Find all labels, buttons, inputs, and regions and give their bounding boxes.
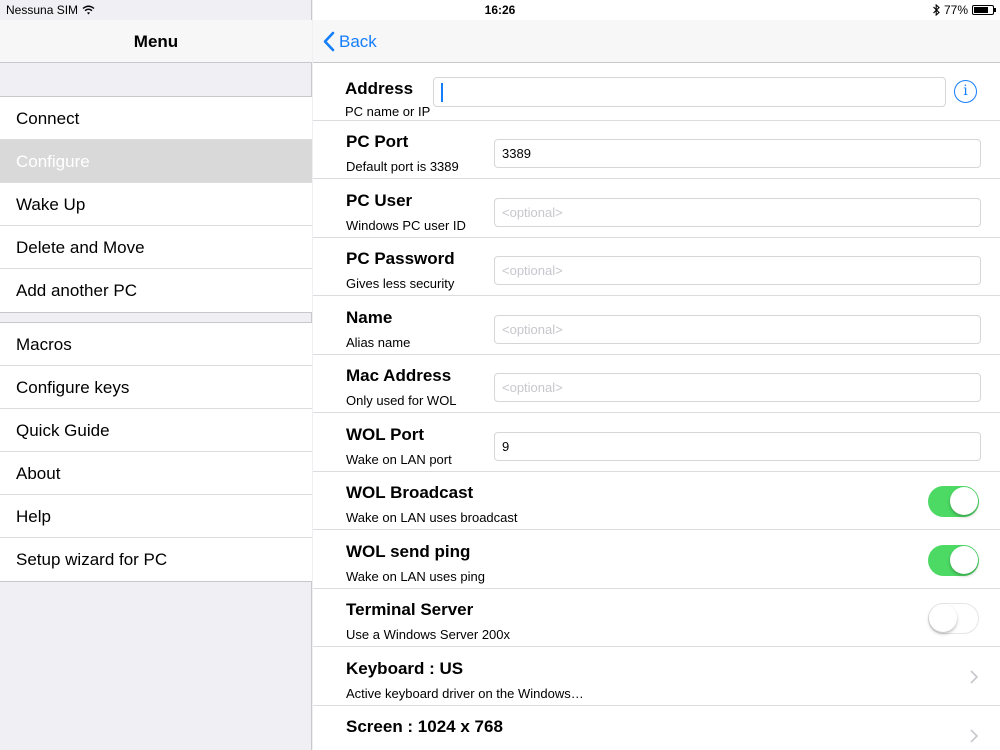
back-button[interactable]: Back [323,20,377,63]
wifi-icon [82,5,95,15]
chevron-right-icon [970,729,978,743]
name-sub: Alias name [346,335,411,350]
screen-label: Screen : 1024 x 768 [346,717,503,736]
pc-user-input[interactable] [494,198,981,227]
menu-item-connect[interactable]: Connect [0,97,312,140]
detail-nav-bar: Back [313,20,1000,63]
terminal-server-label: Terminal Server [346,600,474,619]
address-label: Address [345,79,414,98]
back-label: Back [339,31,377,51]
chevron-right-icon [970,670,978,684]
menu-item-macros[interactable]: Macros [0,323,312,366]
info-icon[interactable]: i [954,80,977,103]
battery-percent: 77% [943,3,968,17]
pc-port-row: PC Port Default port is 3389 [313,121,1000,179]
keyboard-row[interactable]: Keyboard : US Active keyboard driver on … [313,648,1000,706]
bluetooth-icon [933,4,940,16]
pc-password-label: PC Password [346,249,455,268]
menu-item-quick-guide[interactable]: Quick Guide [0,409,312,452]
menu-pane: Menu Connect Configure Wake Up Delete an… [0,0,312,750]
pc-password-row: PC Password Gives less security [313,238,1000,296]
toggle-knob [929,604,957,632]
menu-group-extra: Macros Configure keys Quick Guide About … [0,322,312,582]
menu-item-delete-and-move[interactable]: Delete and Move [0,226,312,269]
keyboard-label: Keyboard : US [346,659,464,678]
mac-address-input[interactable] [494,373,981,402]
menu-group-main: Connect Configure Wake Up Delete and Mov… [0,96,312,313]
status-right: 77% [933,3,996,17]
wol-ping-sub: Wake on LAN uses ping [346,569,485,584]
pc-user-sub: Windows PC user ID [346,218,466,233]
terminal-server-toggle[interactable] [928,603,979,634]
menu-item-about[interactable]: About [0,452,312,495]
configure-pane: Back Address PC name or IP i PC Port Def… [313,0,1000,750]
toggle-knob [950,487,978,515]
pc-port-sub: Default port is 3389 [346,159,459,174]
keyboard-sub: Active keyboard driver on the Windows… [346,686,584,701]
address-input[interactable] [433,77,946,107]
status-bar: 16:26 Nessuna SIM 77% [0,0,1000,20]
menu-item-add-another-pc[interactable]: Add another PC [0,269,312,312]
address-row: Address PC name or IP i [313,63,1000,121]
pc-user-row: PC User Windows PC user ID [313,180,1000,238]
wol-ping-row: WOL send ping Wake on LAN uses ping [313,531,1000,589]
menu-item-wake-up[interactable]: Wake Up [0,183,312,226]
back-chevron-icon [323,31,335,52]
menu-item-setup-wizard[interactable]: Setup wizard for PC [0,538,312,581]
terminal-server-row: Terminal Server Use a Windows Server 200… [313,589,1000,647]
wol-ping-toggle[interactable] [928,545,979,576]
toggle-knob [950,546,978,574]
wol-broadcast-label: WOL Broadcast [346,483,474,502]
battery-icon [972,5,996,15]
address-sub: PC name or IP [345,104,431,119]
wol-port-input[interactable] [494,432,981,461]
wol-broadcast-sub: Wake on LAN uses broadcast [346,510,518,525]
menu-item-configure-keys[interactable]: Configure keys [0,366,312,409]
name-row: Name Alias name [313,297,1000,355]
wol-port-sub: Wake on LAN port [346,452,452,467]
wol-port-label: WOL Port [346,425,425,444]
mac-address-row: Mac Address Only used for WOL [313,355,1000,413]
status-left: Nessuna SIM [6,3,95,17]
pc-port-label: PC Port [346,132,409,151]
pc-user-label: PC User [346,191,413,210]
wol-ping-label: WOL send ping [346,542,471,561]
pc-password-input[interactable] [494,256,981,285]
mac-address-label: Mac Address [346,366,452,385]
battery-fill [974,7,988,13]
wol-broadcast-toggle[interactable] [928,486,979,517]
mac-address-sub: Only used for WOL [346,393,457,408]
name-label: Name [346,308,393,327]
status-time: 16:26 [484,3,516,17]
pc-port-input[interactable] [494,139,981,168]
terminal-server-sub: Use a Windows Server 200x [346,627,511,642]
pc-password-sub: Gives less security [346,276,455,291]
menu-nav-bar: Menu [0,20,312,63]
name-input[interactable] [494,315,981,344]
wol-broadcast-row: WOL Broadcast Wake on LAN uses broadcast [313,472,1000,530]
menu-item-help[interactable]: Help [0,495,312,538]
screen-row[interactable]: Screen : 1024 x 768 [313,706,1000,750]
carrier-label: Nessuna SIM [6,3,79,17]
wol-port-row: WOL Port Wake on LAN port [313,414,1000,472]
menu-title: Menu [133,32,179,51]
text-caret [441,83,443,102]
menu-item-configure[interactable]: Configure [0,140,312,183]
